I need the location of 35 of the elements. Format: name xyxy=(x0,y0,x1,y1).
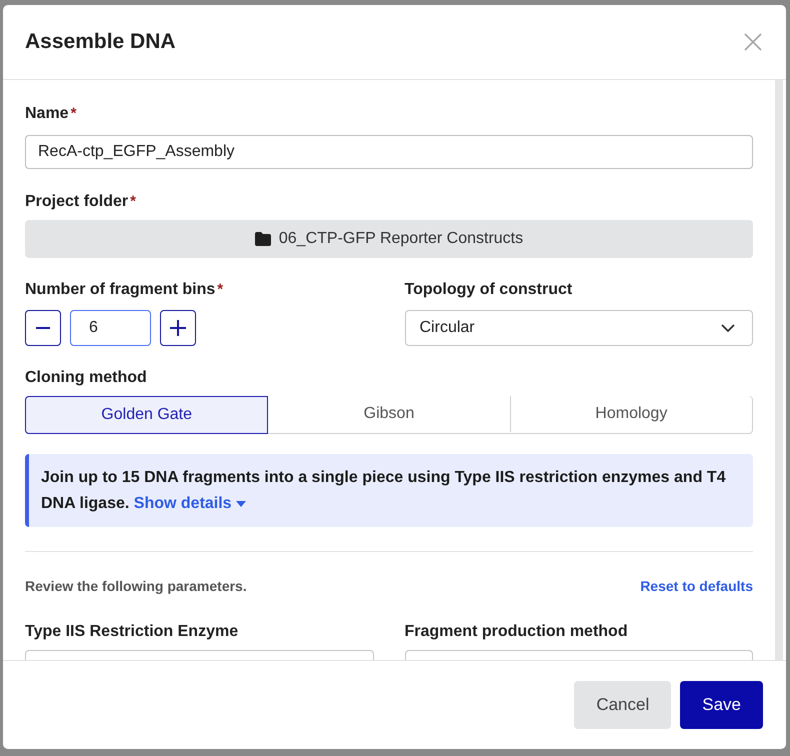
plus-icon xyxy=(170,320,186,336)
field-label: Cloning method xyxy=(25,368,147,388)
required-asterisk: * xyxy=(70,104,76,124)
close-icon xyxy=(744,33,762,51)
chevron-down-icon xyxy=(721,324,735,332)
project-folder-button[interactable]: 06_CTP-GFP Reporter Constructs xyxy=(25,220,753,258)
required-asterisk: * xyxy=(217,280,224,300)
show-details-link[interactable]: Show details xyxy=(134,495,246,512)
minus-icon xyxy=(36,327,50,329)
close-button[interactable] xyxy=(744,33,762,51)
increment-button[interactable] xyxy=(160,310,196,346)
field-label: Fragment production method xyxy=(404,622,628,642)
name-input[interactable]: RecA-ctp_EGFP_Assembly xyxy=(25,135,753,169)
topology-select[interactable]: Circular xyxy=(404,310,753,346)
decrement-button[interactable] xyxy=(25,310,61,346)
required-asterisk: * xyxy=(130,192,136,212)
cancel-button[interactable]: Cancel xyxy=(574,681,672,729)
field-label: Project folder xyxy=(25,192,128,212)
bins-input[interactable]: 6 xyxy=(70,310,151,346)
save-button[interactable]: Save xyxy=(680,681,763,729)
reset-defaults-link[interactable]: Reset to defaults xyxy=(640,577,753,595)
field-label: Number of fragment bins xyxy=(25,280,216,300)
cloning-method-tab[interactable]: Gibson xyxy=(268,396,511,432)
caret-down-icon xyxy=(236,500,246,507)
field-label: Type IIS Restriction Enzyme xyxy=(25,622,238,642)
select-field[interactable] xyxy=(404,650,753,660)
field-label: Topology of construct xyxy=(404,280,572,300)
select-field[interactable] xyxy=(25,650,374,660)
folder-icon xyxy=(254,232,271,246)
info-text: Join up to 15 DNA fragments into a single piece using Type IIS restriction enzymes and T4 DNA ligase. Show details xyxy=(41,468,727,514)
field-label: Name xyxy=(25,104,69,124)
cloning-method-tab[interactable]: Golden Gate xyxy=(25,396,268,434)
dialog-title: Assemble DNA xyxy=(25,29,176,55)
scrollbar[interactable] xyxy=(775,80,783,660)
review-hint: Review the following parameters. xyxy=(25,577,247,595)
